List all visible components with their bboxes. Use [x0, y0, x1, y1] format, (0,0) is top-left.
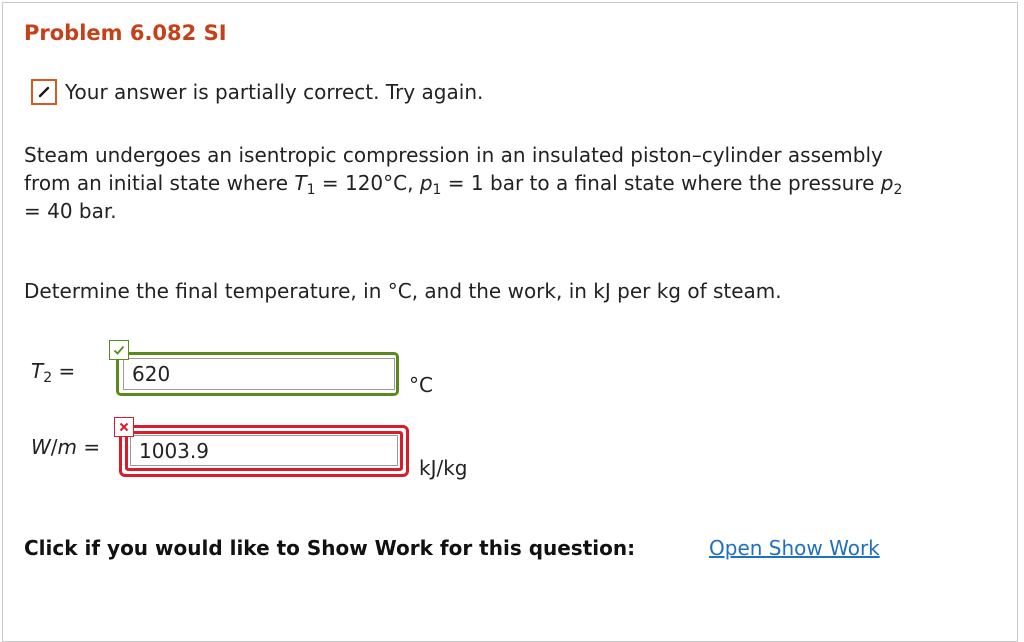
t2-input[interactable] [123, 358, 395, 390]
open-show-work-link[interactable]: Open Show Work [709, 536, 880, 560]
t2-label: T2 = [31, 359, 76, 386]
statement-line-1: Steam undergoes an isentropic compressio… [24, 143, 883, 167]
status-text: Your answer is partially correct. Try ag… [65, 80, 484, 104]
work-variable: W [31, 435, 51, 459]
check-icon [109, 340, 129, 360]
t1-subscript: 1 [306, 182, 316, 198]
mass-variable: m [57, 435, 78, 459]
work-slash: / [50, 435, 58, 459]
t2-variable: T [31, 359, 44, 383]
problem-title: Problem 6.082 SI [24, 21, 227, 45]
p1-variable: p [419, 171, 433, 195]
t2-equals: = [52, 359, 76, 383]
status-message: Your answer is partially correct. Try ag… [31, 79, 483, 105]
t2-subscript: 2 [43, 370, 53, 386]
statement-line-3: = 40 bar. [24, 199, 117, 223]
question-text: Determine the final temperature, in °C, … [24, 279, 782, 303]
show-work-prompt: Click if you would like to Show Work for… [24, 536, 636, 560]
p2-variable: p [880, 171, 894, 195]
work-equals: = [77, 435, 101, 459]
pencil-icon [31, 79, 57, 105]
t2-unit: °C [409, 373, 433, 397]
statement-line-2: from an initial state where T1 = 120°C, … [24, 169, 1004, 197]
cross-icon [114, 417, 134, 437]
problem-statement: Steam undergoes an isentropic compressio… [24, 141, 1004, 225]
work-unit: kJ/kg [419, 456, 468, 480]
statement-prefix: from an initial state where [24, 171, 295, 195]
p1-value: = 1 bar to a final state where the press… [441, 171, 881, 195]
p2-subscript: 2 [893, 182, 903, 198]
work-input[interactable] [130, 435, 398, 466]
t1-variable: T [294, 171, 307, 195]
work-label: W/m = [31, 435, 100, 459]
t1-value: = 120°C, [315, 171, 420, 195]
